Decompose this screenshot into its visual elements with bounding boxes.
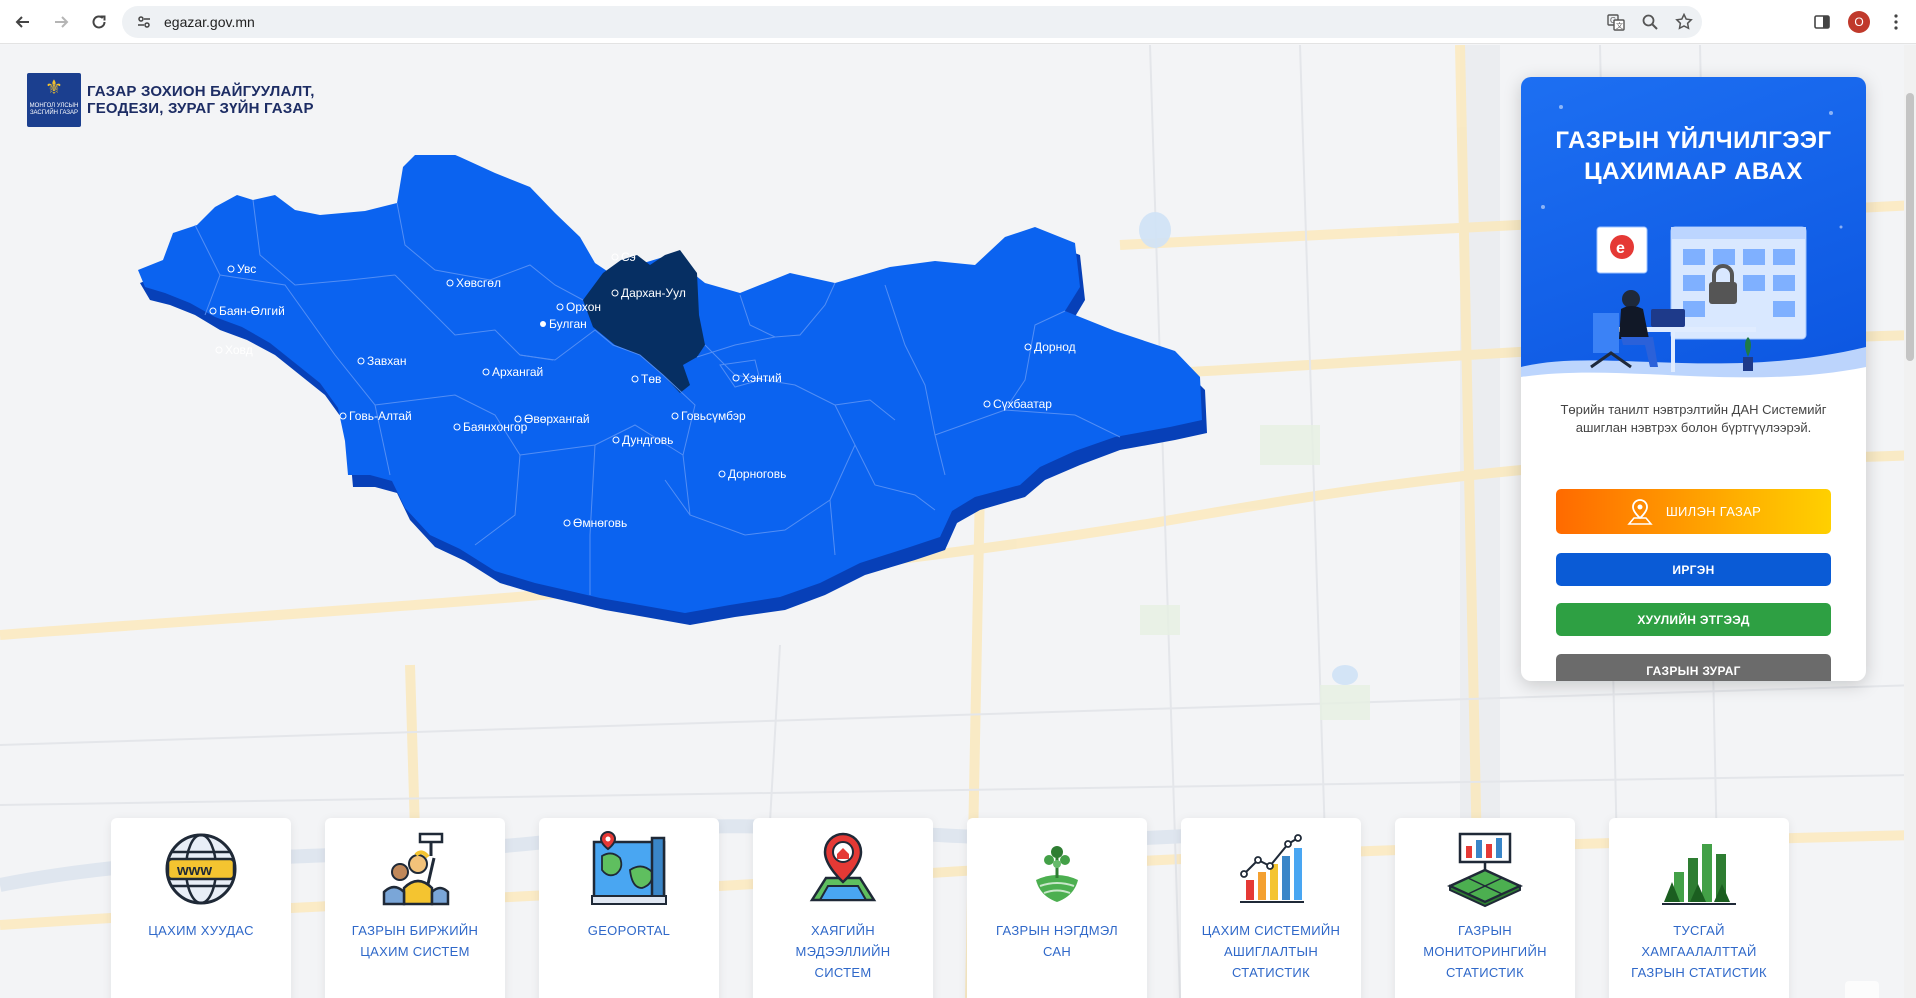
province-label: Увс <box>237 262 256 276</box>
map-body <box>138 155 1202 613</box>
province-label: Архангай <box>492 365 543 379</box>
location-pin-icon <box>809 832 877 902</box>
monitoring-land-icon <box>1446 832 1524 908</box>
org-name-line2: ГЕОДЕЗИ, ЗУРАГ ЗҮЙН ГАЗАР <box>87 100 314 117</box>
card-label: ЦАХИМ ХУУДАС <box>148 923 254 938</box>
province-label: Хэнтий <box>742 371 782 385</box>
svg-text:文: 文 <box>1616 21 1623 30</box>
org-logo[interactable]: ⚜ МОНГОЛ УЛСЫН ЗАСГИЙН ГАЗАР ГАЗАР ЗОХИОН… <box>27 73 315 127</box>
card-geoportal[interactable]: GEOPORTAL <box>539 818 719 998</box>
province-label: Дорнод <box>1034 340 1076 354</box>
province-label: Өвөрхангай <box>524 412 590 426</box>
panel-title-line2: ЦАХИМААР АВАХ <box>1584 158 1803 185</box>
land-marker-icon <box>1627 498 1653 525</box>
org-name-line1: ГАЗАР ЗОХИОН БАЙГУУЛАЛТ, <box>87 83 315 100</box>
card-label: ГАЗРЫН БИРЖИЙН ЦАХИМ СИСТЕМ <box>351 923 479 959</box>
card-label: ХАЯГИЙН МЭДЭЭЛЛИЙН СИСТЕМ <box>795 923 891 980</box>
auction-person-icon <box>382 832 450 906</box>
service-cards: www ЦАХИМ ХУУДАС ГАЗРЫН БИРЖИЙН ЦАХИМ СИ… <box>111 818 1789 998</box>
site-settings-icon[interactable] <box>134 12 154 32</box>
province-label: Завхан <box>367 354 406 368</box>
mongolia-province-map[interactable]: Увс Баян-Өлгий Ховд Хөвсгөл Завхан Говь-… <box>135 155 1215 655</box>
province-label: Өмнөговь <box>573 516 627 530</box>
panel-title-line1: ГАЗРЫН ҮЙЛЧИЛГЭЭГ <box>1555 127 1832 154</box>
card-protected-area-stats[interactable]: ТУСГАЙ ХАМГААЛАЛТТАЙ ГАЗРЫН СТАТИСТИК <box>1609 818 1789 998</box>
address-bar[interactable]: egazar.gov.mn G文 <box>122 6 1702 38</box>
province-label: Баян-Өлгий <box>219 304 285 318</box>
svg-text:e: e <box>1616 240 1625 257</box>
arrow-left-icon <box>15 15 29 28</box>
page-scrollbar[interactable] <box>1904 45 1916 998</box>
province-label: Төв <box>641 372 661 386</box>
card-label: GEOPORTAL <box>587 923 671 938</box>
card-land-exchange[interactable]: ГАЗРЫН БИРЖИЙН ЦАХИМ СИСТЕМ <box>325 818 505 998</box>
page: ⚜ МОНГОЛ УЛСЫН ЗАСГИЙН ГАЗАР ГАЗАР ЗОХИОН… <box>0 45 1916 998</box>
service-login-panel: e ГАЗРЫН ҮЙЛЧИЛГЭЭГ ЦАХИМААР АВАХ Төрийн… <box>1521 77 1866 681</box>
province-label: Говь-Алтай <box>349 409 412 423</box>
card-label: ТУСГАЙ ХАМГААЛАЛТТАЙ ГАЗРЫН СТАТИСТИК <box>1631 923 1767 980</box>
card-label: ГАЗРЫН МОНИТОРИНГИЙН СТАТИСТИК <box>1423 923 1547 980</box>
card-monitoring-stats[interactable]: ГАЗРЫН МОНИТОРИНГИЙН СТАТИСТИК <box>1395 818 1575 998</box>
org-name: ГАЗАР ЗОХИОН БАЙГУУЛАЛТ, ГЕОДЕЗИ, ЗУРАГ … <box>87 83 315 117</box>
soyombo-emblem-icon: ⚜ МОНГОЛ УЛСЫН ЗАСГИЙН ГАЗАР <box>27 73 81 127</box>
www-globe-icon: www <box>165 833 237 905</box>
panel-description: Төрийн танилт нэвтрэлтийн ДАН Системийг … <box>1560 402 1827 435</box>
translate-icon[interactable]: G文 <box>1606 12 1626 32</box>
forward-button[interactable] <box>44 5 78 39</box>
card-website[interactable]: www ЦАХИМ ХУУДАС <box>111 818 291 998</box>
arrow-right-icon <box>55 15 69 28</box>
map-icon <box>591 830 667 905</box>
province-label: Булган <box>549 317 587 331</box>
province-label: Сэ <box>621 250 636 264</box>
back-button[interactable] <box>6 5 40 39</box>
card-land-fund[interactable]: ГАЗРЫН НЭГДМЭЛ САН <box>967 818 1147 998</box>
card-address-system[interactable]: ХАЯГИЙН МЭДЭЭЛЛИЙН СИСТЕМ <box>753 818 933 998</box>
bookmark-star-icon[interactable] <box>1674 12 1694 32</box>
province-label: Дундговь <box>622 433 673 447</box>
reload-button[interactable] <box>82 5 116 39</box>
province-label: Дорноговь <box>728 467 786 481</box>
growth-chart-icon <box>1240 834 1304 903</box>
province-label: Орхон <box>566 300 601 314</box>
province-label: Дархан-Уул <box>621 286 686 300</box>
card-usage-stats[interactable]: ЦАХИМ СИСТЕМИЙН АШИГЛАЛТЫН СТАТИСТИК <box>1181 818 1361 998</box>
svg-text:www: www <box>176 862 212 879</box>
shilen-gazar-label: ШИЛЭН ГАЗАР <box>1665 504 1762 519</box>
panel-hero: e ГАЗРЫН ҮЙЛЧИЛГЭЭГ ЦАХИМААР АВАХ <box>1521 77 1866 395</box>
zoom-icon[interactable] <box>1640 12 1660 32</box>
reload-icon <box>92 14 106 28</box>
province-label: Ховд <box>225 343 253 357</box>
side-panel-icon[interactable] <box>1812 12 1832 32</box>
land-plant-icon <box>1036 846 1078 902</box>
panel-title: ГАЗРЫН ҮЙЛЧИЛГЭЭГ ЦАХИМААР АВАХ <box>1521 125 1866 187</box>
province-label: Говьсүмбэр <box>681 409 746 423</box>
land-map-button[interactable]: ГАЗРЫН ЗУРАГ <box>1556 654 1831 681</box>
citizen-button[interactable]: ИРГЭН <box>1556 553 1831 586</box>
shilen-gazar-button[interactable]: ШИЛЭН ГАЗАР <box>1556 489 1831 534</box>
forest-stats-icon <box>1662 844 1736 905</box>
legal-entity-button[interactable]: ХУУЛИЙН ЭТГЭЭД <box>1556 603 1831 636</box>
profile-avatar[interactable]: O <box>1848 11 1870 33</box>
menu-dots-icon[interactable] <box>1886 12 1906 32</box>
province-label: Хөвсгөл <box>456 276 501 290</box>
card-label: ЦАХИМ СИСТЕМИЙН АШИГЛАЛТЫН СТАТИСТИК <box>1201 923 1341 980</box>
province-label: Сүхбаатар <box>993 397 1052 411</box>
browser-toolbar: egazar.gov.mn G文 O <box>0 0 1916 44</box>
card-label: ГАЗРЫН НЭГДМЭЛ САН <box>996 923 1118 959</box>
scroll-to-top-button[interactable] <box>1845 981 1879 998</box>
scrollbar-thumb[interactable] <box>1906 93 1914 361</box>
url-text[interactable]: egazar.gov.mn <box>164 14 255 30</box>
